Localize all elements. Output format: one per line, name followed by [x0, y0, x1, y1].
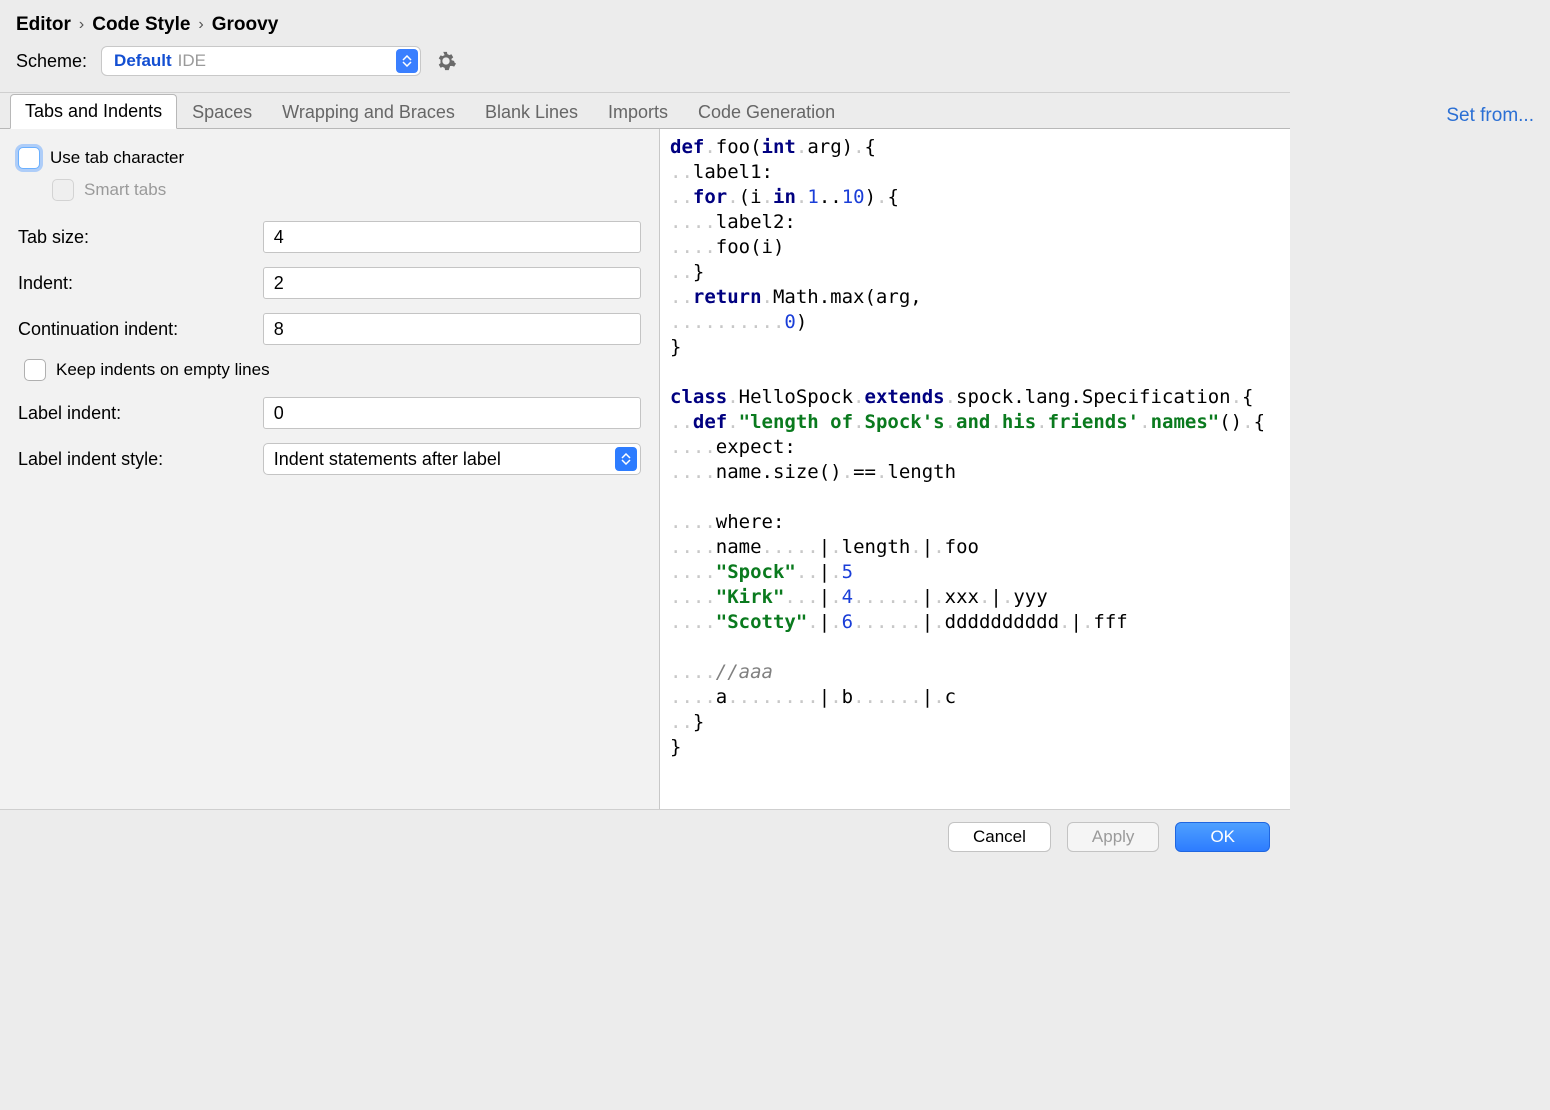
ok-button[interactable]: OK [1175, 822, 1270, 852]
gear-icon[interactable] [435, 50, 457, 72]
label-indent-input[interactable] [263, 397, 641, 429]
keep-indents-label: Keep indents on empty lines [56, 360, 270, 380]
continuation-indent-input[interactable] [263, 313, 641, 345]
updown-icon [615, 447, 637, 471]
scheme-scope: IDE [178, 51, 206, 71]
label-indent-style-select[interactable]: Indent statements after label [263, 443, 641, 475]
footer: Cancel Apply OK [0, 809, 1290, 863]
indent-label: Indent: [18, 273, 263, 294]
tab-wrapping-and-braces[interactable]: Wrapping and Braces [267, 95, 470, 129]
tab-spaces[interactable]: Spaces [177, 95, 267, 129]
apply-button[interactable]: Apply [1067, 822, 1160, 852]
use-tab-character-checkbox[interactable] [18, 147, 40, 169]
scheme-select[interactable]: Default IDE [101, 46, 421, 76]
code-preview: def.foo(int.arg).{ ..label1: ..for.(i.in… [660, 129, 1290, 809]
scheme-name: Default [114, 51, 172, 71]
tab-size-label: Tab size: [18, 227, 263, 248]
set-from-link[interactable]: Set from... [1446, 105, 1534, 127]
cancel-button[interactable]: Cancel [948, 822, 1051, 852]
continuation-indent-label: Continuation indent: [18, 319, 263, 340]
chevron-right-icon: › [198, 16, 203, 34]
tab-blank-lines[interactable]: Blank Lines [470, 95, 593, 129]
smart-tabs-label: Smart tabs [84, 180, 166, 200]
settings-panel: Use tab character Smart tabs Tab size: I… [0, 129, 660, 809]
indent-input[interactable] [263, 267, 641, 299]
use-tab-character-label: Use tab character [50, 148, 184, 168]
chevron-right-icon: › [79, 16, 84, 34]
tab-tabs-and-indents[interactable]: Tabs and Indents [10, 94, 177, 129]
breadcrumb-groovy: Groovy [212, 14, 279, 36]
tab-size-input[interactable] [263, 221, 641, 253]
label-indent-label: Label indent: [18, 403, 263, 424]
tabstrip: Tabs and Indents Spaces Wrapping and Bra… [0, 93, 1290, 129]
tab-code-generation[interactable]: Code Generation [683, 95, 850, 129]
tab-imports[interactable]: Imports [593, 95, 683, 129]
breadcrumb-editor[interactable]: Editor [16, 14, 71, 36]
label-indent-style-value: Indent statements after label [274, 449, 501, 470]
breadcrumb: Editor › Code Style › Groovy [0, 0, 1290, 46]
smart-tabs-checkbox [52, 179, 74, 201]
breadcrumb-code-style[interactable]: Code Style [92, 14, 190, 36]
scheme-label: Scheme: [16, 51, 87, 72]
updown-icon [396, 49, 418, 73]
keep-indents-checkbox[interactable] [24, 359, 46, 381]
label-indent-style-label: Label indent style: [18, 449, 263, 470]
